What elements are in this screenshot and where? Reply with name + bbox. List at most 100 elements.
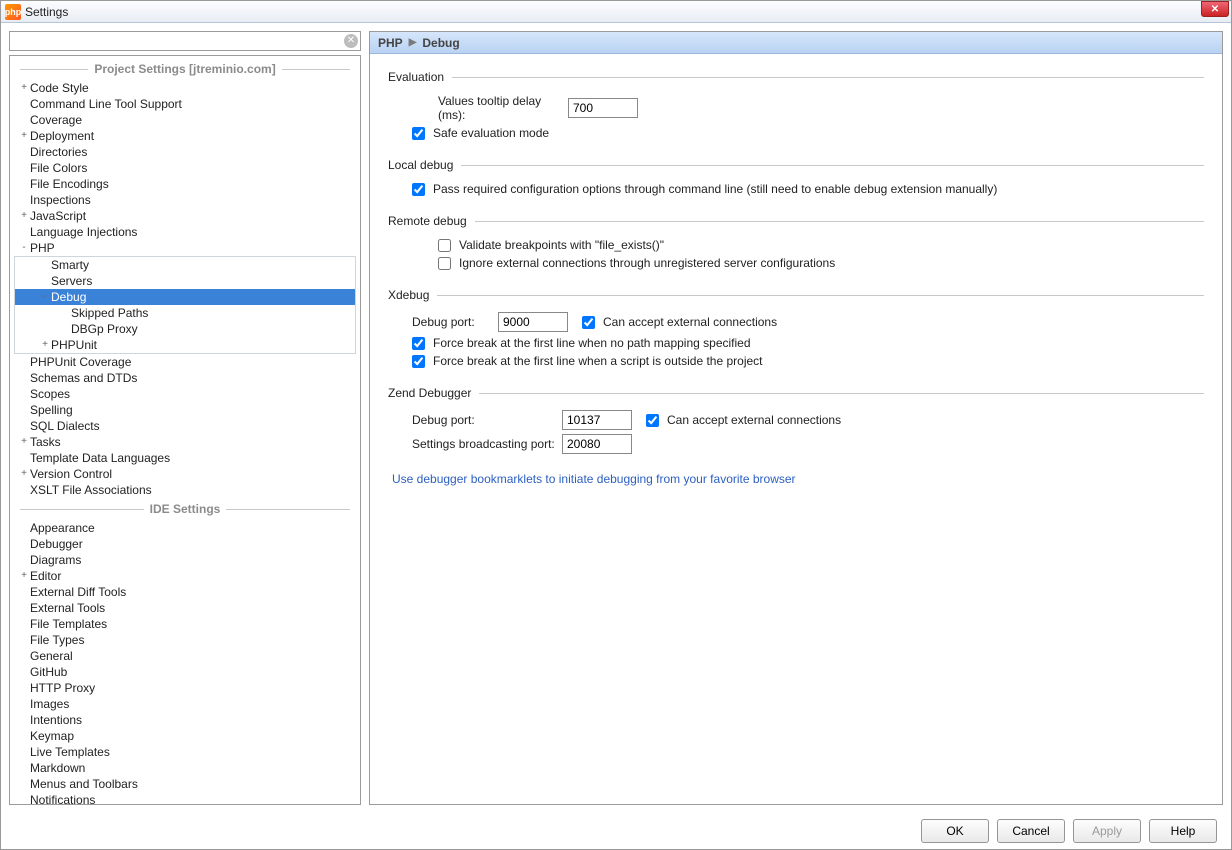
tree-item[interactable]: Servers <box>15 273 355 289</box>
xdebug-force2-checkbox[interactable] <box>412 355 425 368</box>
expand-icon[interactable]: + <box>39 339 51 351</box>
tree-item[interactable]: Notifications <box>10 792 360 805</box>
tree-item[interactable]: Menus and Toolbars <box>10 776 360 792</box>
breadcrumb: PHP ▶ Debug <box>370 32 1222 54</box>
zend-broadcast-label: Settings broadcasting port: <box>412 437 562 451</box>
tree-item[interactable]: File Colors <box>10 160 360 176</box>
ok-button[interactable]: OK <box>921 819 989 843</box>
tree-item[interactable]: Live Templates <box>10 744 360 760</box>
tooltip-delay-input[interactable] <box>568 98 638 118</box>
ide-settings-header: IDE Settings <box>14 502 356 516</box>
zend-broadcast-input[interactable] <box>562 434 632 454</box>
tree-item[interactable]: DBGp Proxy <box>15 321 355 337</box>
tree-item[interactable]: PHPUnit Coverage <box>10 354 360 370</box>
validate-breakpoints-checkbox[interactable] <box>438 239 451 252</box>
tree-item[interactable]: HTTP Proxy <box>10 680 360 696</box>
pass-config-label: Pass required configuration options thro… <box>433 182 997 196</box>
cancel-button[interactable]: Cancel <box>997 819 1065 843</box>
tree-item-label: Editor <box>30 569 61 583</box>
tree-item[interactable]: Debugger <box>10 536 360 552</box>
tree-item[interactable]: General <box>10 648 360 664</box>
group-title-remote-debug: Remote debug <box>388 214 467 228</box>
tree-item[interactable]: Template Data Languages <box>10 450 360 466</box>
tree-item[interactable]: Inspections <box>10 192 360 208</box>
tree-item[interactable]: GitHub <box>10 664 360 680</box>
tree-item[interactable]: Smarty <box>15 257 355 273</box>
tree-item[interactable]: Directories <box>10 144 360 160</box>
tree-item[interactable]: +Editor <box>10 568 360 584</box>
tree-item[interactable]: Markdown <box>10 760 360 776</box>
breadcrumb-root[interactable]: PHP <box>378 36 403 50</box>
tree-item[interactable]: Command Line Tool Support <box>10 96 360 112</box>
tree-item[interactable]: Scopes <box>10 386 360 402</box>
tree-item-label: Scopes <box>30 387 70 401</box>
tree-item[interactable]: SQL Dialects <box>10 418 360 434</box>
expand-icon[interactable]: + <box>18 82 30 94</box>
tree-item-label: SQL Dialects <box>30 419 100 433</box>
help-button[interactable]: Help <box>1149 819 1217 843</box>
tree-item-label: PHPUnit Coverage <box>30 355 131 369</box>
pass-config-checkbox[interactable] <box>412 183 425 196</box>
tree-item[interactable]: File Types <box>10 632 360 648</box>
tree-item-label: File Types <box>30 633 84 647</box>
xdebug-port-input[interactable] <box>498 312 568 332</box>
expand-icon[interactable]: + <box>18 130 30 142</box>
expand-icon[interactable]: + <box>18 210 30 222</box>
tree-item[interactable]: Skipped Paths <box>15 305 355 321</box>
tree-item-label: Appearance <box>30 521 95 535</box>
clear-search-icon[interactable]: ✕ <box>344 34 358 48</box>
tree-item[interactable]: +Deployment <box>10 128 360 144</box>
window-title: Settings <box>25 5 68 19</box>
bookmarklets-link[interactable]: Use debugger bookmarklets to initiate de… <box>392 472 1204 486</box>
tree-item-label: Skipped Paths <box>71 306 148 320</box>
settings-tree[interactable]: Project Settings [jtreminio.com] +Code S… <box>9 55 361 805</box>
ignore-external-checkbox[interactable] <box>438 257 451 270</box>
tree-item[interactable]: XSLT File Associations <box>10 482 360 498</box>
safe-eval-checkbox[interactable] <box>412 127 425 140</box>
zend-accept-checkbox[interactable] <box>646 414 659 427</box>
apply-button[interactable]: Apply <box>1073 819 1141 843</box>
tree-item-label: Spelling <box>30 403 73 417</box>
tree-item[interactable]: Appearance <box>10 520 360 536</box>
tree-item-label: Menus and Toolbars <box>30 777 138 791</box>
tooltip-delay-label: Values tooltip delay (ms): <box>438 94 568 122</box>
tree-item[interactable]: +PHPUnit <box>15 337 355 353</box>
search-input[interactable] <box>9 31 361 51</box>
tree-item-label: Debugger <box>30 537 83 551</box>
tree-item-label: GitHub <box>30 665 67 679</box>
expand-icon[interactable]: + <box>18 570 30 582</box>
tree-item-php[interactable]: - PHP <box>10 240 360 256</box>
tree-item[interactable]: Diagrams <box>10 552 360 568</box>
tree-item[interactable]: +JavaScript <box>10 208 360 224</box>
tree-item[interactable]: Intentions <box>10 712 360 728</box>
tree-item[interactable]: File Templates <box>10 616 360 632</box>
tree-item-label: Diagrams <box>30 553 81 567</box>
tree-item-label: Version Control <box>30 467 112 481</box>
tree-item[interactable]: File Encodings <box>10 176 360 192</box>
tree-item-label: HTTP Proxy <box>30 681 95 695</box>
expand-icon[interactable]: + <box>18 436 30 448</box>
tree-item[interactable]: Keymap <box>10 728 360 744</box>
tree-item[interactable]: Images <box>10 696 360 712</box>
dialog-footer: OK Cancel Apply Help <box>1 813 1231 849</box>
tree-item[interactable]: External Tools <box>10 600 360 616</box>
tree-item[interactable]: Coverage <box>10 112 360 128</box>
tree-item-label: Template Data Languages <box>30 451 170 465</box>
expand-icon[interactable]: - <box>39 291 51 303</box>
close-button[interactable]: ✕ <box>1201 1 1229 17</box>
tree-item[interactable]: Schemas and DTDs <box>10 370 360 386</box>
tree-item[interactable]: +Code Style <box>10 80 360 96</box>
tree-item-label: Code Style <box>30 81 89 95</box>
zend-port-input[interactable] <box>562 410 632 430</box>
tree-item[interactable]: +Tasks <box>10 434 360 450</box>
tree-item[interactable]: +Version Control <box>10 466 360 482</box>
xdebug-force1-checkbox[interactable] <box>412 337 425 350</box>
safe-eval-label: Safe evaluation mode <box>433 126 549 140</box>
xdebug-accept-checkbox[interactable] <box>582 316 595 329</box>
tree-item[interactable]: Spelling <box>10 402 360 418</box>
expand-icon[interactable]: + <box>18 468 30 480</box>
tree-item[interactable]: External Diff Tools <box>10 584 360 600</box>
expand-icon[interactable]: - <box>18 242 30 254</box>
tree-item[interactable]: -Debug <box>15 289 355 305</box>
tree-item[interactable]: Language Injections <box>10 224 360 240</box>
